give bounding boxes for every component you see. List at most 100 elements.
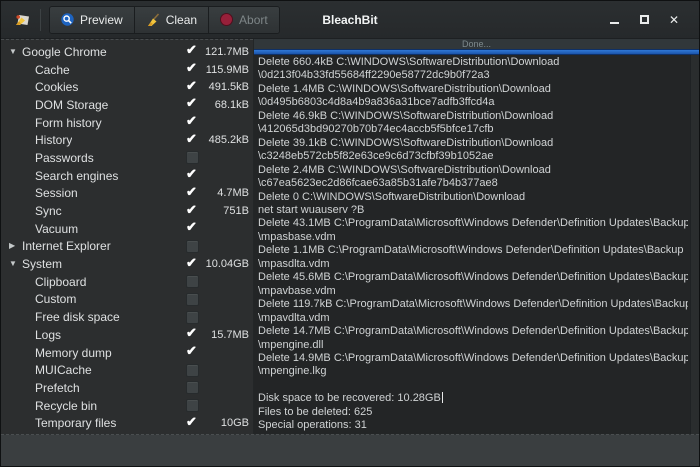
tree-row[interactable]: History 485.2kB [1,131,253,149]
tree-row[interactable]: Sync 751B [1,202,253,220]
tree-row[interactable]: Prefetch [1,379,253,397]
minimize-button[interactable] [599,7,629,33]
tree-row-checkbox[interactable] [186,63,199,76]
tree-row-label[interactable]: Internet Explorer [22,239,111,253]
tree-row-checkbox[interactable] [186,222,199,235]
tree-row-label[interactable]: Passwords [35,151,94,165]
tree-row[interactable]: Custom [1,291,253,309]
tree-row[interactable]: Form history [1,114,253,132]
log-line: \mpavbase.vdm [258,285,688,298]
tree-row-label[interactable]: Sync [35,204,62,218]
clean-button-label: Clean [166,13,197,27]
tree-row-checkbox[interactable] [186,81,199,94]
close-button[interactable]: ✕ [659,7,689,33]
tree-row-label[interactable]: Free disk space [35,310,120,324]
tree-row-checkbox[interactable] [186,293,199,306]
log-line: \0d495b6803c4d8a4b9a836a31bce7adfb3ffcd4… [258,96,688,109]
tree-row-label[interactable]: Session [35,186,78,200]
tree-row-checkbox[interactable] [186,169,199,182]
log-line: \mpasbase.vdm [258,231,688,244]
tree-row[interactable]: Search engines [1,167,253,185]
log-line: Delete 45.6MB C:\ProgramData\Microsoft\W… [258,271,688,284]
tree-row-label[interactable]: History [35,133,72,147]
tree-row[interactable]: Cookies 491.5kB [1,78,253,96]
tree-row-checkbox[interactable] [186,399,199,412]
log-line: Delete 1.1MB C:\ProgramData\Microsoft\Wi… [258,244,688,257]
tree-row-label[interactable]: Recycle bin [35,399,97,413]
log-line: \c3248eb572cb5f82e63ce9c6d73cfbf39b1052a… [258,150,688,163]
toolbar-separator [40,9,41,31]
tree-row[interactable]: Recycle bin [1,397,253,415]
abort-button[interactable]: Abort [209,7,279,33]
log-line: \mpavdlta.vdm [258,312,688,325]
cleaner-tree[interactable]: ▼ Google Chrome 121.7MB Cache 115.9MB [1,39,253,434]
tree-row-checkbox[interactable] [186,116,199,129]
tree-row[interactable]: Free disk space [1,308,253,326]
tree-row-checkbox[interactable] [186,187,199,200]
expander-icon[interactable]: ▼ [9,48,22,56]
tree-row-size: 115.9MB [203,64,249,76]
tree-row-label[interactable]: Custom [35,292,76,306]
tree-row-label[interactable]: MUICache [35,363,92,377]
expander-icon[interactable]: ▼ [9,260,22,268]
window-title: BleachBit [322,13,377,27]
log-line: Delete 43.1MB C:\ProgramData\Microsoft\W… [258,217,688,230]
tree-row[interactable]: Vacuum [1,220,253,238]
tree-row-label[interactable]: Cookies [35,80,78,94]
tree-row-label[interactable]: Form history [35,116,102,130]
tree-row[interactable]: DOM Storage 68.1kB [1,96,253,114]
maximize-button[interactable] [629,7,659,33]
stop-circle-icon [220,13,233,26]
tree-row-label[interactable]: Cache [35,63,70,77]
log-line: \412065d3bd90270b70b74ec4accb5f5bfce17cf… [258,123,688,136]
clean-button[interactable]: Clean [135,7,209,33]
tree-row-size: 15.7MB [203,329,249,341]
tree-row-checkbox[interactable] [186,311,199,324]
tree-row-checkbox[interactable] [186,45,199,58]
tree-row[interactable]: Passwords [1,149,253,167]
tree-row-size: 485.2kB [203,134,249,146]
tree-row-label[interactable]: Temporary files [35,416,116,430]
tree-row[interactable]: Session 4.7MB [1,185,253,203]
tree-row-label[interactable]: Search engines [35,169,118,183]
tree-row-checkbox[interactable] [186,240,199,253]
tree-row-checkbox[interactable] [186,151,199,164]
tree-row-checkbox[interactable] [186,417,199,430]
vertical-scrollbar[interactable] [690,55,699,434]
tree-row[interactable]: Memory dump [1,344,253,362]
tree-row-checkbox[interactable] [186,364,199,377]
tree-row-label[interactable]: System [22,257,62,271]
tree-row-checkbox[interactable] [186,275,199,288]
abort-button-label: Abort [239,13,268,27]
tree-row-checkbox[interactable] [186,258,199,271]
tree-row[interactable]: ▼ Google Chrome 121.7MB [1,43,253,61]
preview-button-label: Preview [80,13,123,27]
preview-button[interactable]: Preview [50,7,135,33]
tree-row-size: 751B [203,205,249,217]
log-line: Delete 46.9kB C:\WINDOWS\SoftwareDistrib… [258,110,688,123]
tree-row-label[interactable]: Prefetch [35,381,80,395]
tree-row[interactable]: MUICache [1,361,253,379]
tree-row[interactable]: Clipboard [1,273,253,291]
tree-row-label[interactable]: Google Chrome [22,45,107,59]
tree-row-checkbox[interactable] [186,346,199,359]
tree-row-label[interactable]: Clipboard [35,275,86,289]
tree-row-checkbox[interactable] [186,134,199,147]
tree-row-checkbox[interactable] [186,98,199,111]
tree-row-checkbox[interactable] [186,381,199,394]
tree-row-label[interactable]: Memory dump [35,346,112,360]
tree-row-checkbox[interactable] [186,328,199,341]
tree-row[interactable]: ▶ Internet Explorer [1,238,253,256]
tree-row-label[interactable]: DOM Storage [35,98,108,112]
tree-row[interactable]: ▼ System 10.04GB [1,255,253,273]
tree-row-label[interactable]: Vacuum [35,222,78,236]
tree-row[interactable]: Temporary files 10GB [1,414,253,432]
log-textview[interactable]: Delete 660.4kB C:\WINDOWS\SoftwareDistri… [254,55,690,434]
header-bar: Preview Clean Abort [1,1,699,39]
tree-row[interactable]: Logs 15.7MB [1,326,253,344]
tree-row-label[interactable]: Logs [35,328,61,342]
tree-row[interactable]: Cache 115.9MB [1,61,253,79]
tree-row-size: 491.5kB [203,81,249,93]
expander-icon[interactable]: ▶ [9,242,22,250]
tree-row-checkbox[interactable] [186,205,199,218]
